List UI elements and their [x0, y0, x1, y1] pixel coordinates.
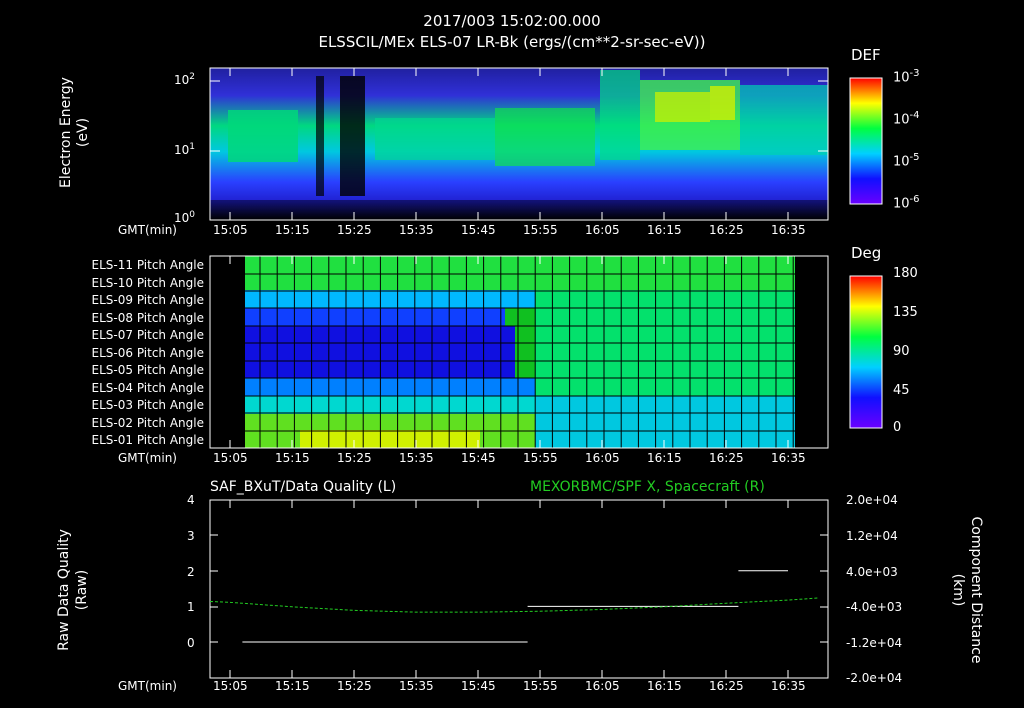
time-tick-label: 15:45 [461, 223, 496, 237]
def-colorbar-title: DEF [851, 46, 881, 64]
panel1-ytick-10: 101 [174, 142, 196, 157]
distance-yunit: (km) [950, 573, 966, 607]
time-axis-label-1: GMT(min) [118, 451, 177, 465]
quality-plot-title-left: SAF_BXuT/Data Quality (L) [210, 479, 397, 495]
time-tick-label: 15:35 [399, 223, 434, 237]
time-tick-label: 16:05 [585, 679, 620, 693]
time-tick-label: 16:15 [647, 679, 682, 693]
time-tick-label: 16:25 [709, 223, 744, 237]
quality-ytick-3: 3 [187, 529, 195, 543]
time-tick-label: 15:15 [275, 223, 310, 237]
time-axis-label-2: GMT(min) [118, 679, 177, 693]
pitch-angle-row-label: ELS-04 Pitch Angle [91, 380, 204, 395]
quality-ytick-1: 1 [187, 600, 195, 614]
data-quality-series [242, 570, 788, 643]
deg-colorbar-tick-90: 90 [893, 344, 910, 359]
pitch-angle-row-label: ELS-10 Pitch Angle [91, 275, 204, 290]
panel1-ytick-1: 100 [174, 210, 196, 225]
time-tick-label: 16:25 [709, 451, 744, 465]
deg-colorbar [850, 276, 882, 428]
time-tick-label: 15:25 [337, 451, 372, 465]
quality-ytick-4: 4 [187, 493, 195, 507]
pitch-angle-row-label: ELS-11 Pitch Angle [91, 258, 204, 272]
quality-ytick-2: 2 [187, 565, 195, 579]
def-colorbar-tick-4: 10-6 [893, 194, 920, 212]
time-tick-label: 15:55 [523, 679, 558, 693]
pitch-angle-row-label: ELS-07 Pitch Angle [91, 328, 204, 342]
spacecraft-x-series [209, 597, 820, 613]
pitch-angle-row-label: ELS-02 Pitch Angle [91, 415, 204, 430]
time-tick-label: 15:05 [213, 223, 248, 237]
time-tick-label: 15:35 [399, 679, 434, 693]
panel1-ytick-100: 102 [174, 72, 196, 87]
quality-plot-ylabel: Raw Data Quality [56, 529, 72, 651]
def-colorbar-tick-3: 10-5 [893, 152, 920, 170]
time-axis-label-0: GMT(min) [118, 223, 177, 237]
time-tick-label: 15:55 [523, 223, 558, 237]
time-tick-label: 15:45 [461, 451, 496, 465]
deg-colorbar-tick-135: 135 [893, 305, 918, 320]
deg-colorbar-tick-180: 180 [893, 266, 918, 281]
quality-plot-title-right: MEXORBMC/SPF X, Spacecraft (R) [530, 479, 765, 495]
pitch-angle-row-label: ELS-09 Pitch Angle [91, 293, 204, 307]
time-tick-label: 15:05 [213, 451, 248, 465]
time-tick-label: 16:15 [647, 223, 682, 237]
time-tick-label: 15:15 [275, 451, 310, 465]
pitch-angle-row-label: ELS-01 Pitch Angle [91, 433, 204, 447]
quality-plot-frame [209, 499, 829, 679]
quality-plot-yunit: (Raw) [74, 569, 90, 611]
time-tick-label: 15:25 [337, 223, 372, 237]
distance-ylabel: Component Distance [968, 516, 984, 664]
distance-ytick-6: -2.0e+04 [846, 671, 903, 685]
def-colorbar-tick-1: 10-3 [893, 68, 920, 86]
time-tick-label: 16:35 [771, 451, 806, 465]
pitch-angle-heatmap [245, 256, 795, 448]
time-tick-label: 15:05 [213, 679, 248, 693]
pitch-angle-row-label: ELS-08 Pitch Angle [91, 310, 204, 325]
distance-ytick-5: -1.2e+04 [846, 636, 903, 650]
distance-ytick-2: 1.2e+04 [846, 529, 898, 543]
quality-plot-yticks [210, 534, 828, 643]
time-tick-label: 16:15 [647, 451, 682, 465]
quality-ytick-0: 0 [187, 636, 195, 650]
def-colorbar [850, 78, 882, 204]
time-tick-label: 16:05 [585, 223, 620, 237]
time-tick-label: 15:25 [337, 679, 372, 693]
spectrogram-image [210, 68, 828, 220]
distance-ytick-1: 2.0e+04 [846, 493, 898, 507]
time-tick-label: 16:05 [585, 451, 620, 465]
time-tick-label: 15:15 [275, 679, 310, 693]
time-tick-label: 16:35 [771, 679, 806, 693]
pitch-angle-row-label: ELS-05 Pitch Angle [91, 363, 204, 377]
pitch-angle-row-label: ELS-03 Pitch Angle [91, 398, 204, 412]
time-tick-label: 16:25 [709, 679, 744, 693]
distance-ytick-3: 4.0e+03 [846, 565, 898, 579]
deg-colorbar-tick-45: 45 [893, 383, 910, 398]
distance-ytick-4: -4.0e+03 [846, 600, 903, 614]
time-tick-label: 15:45 [461, 679, 496, 693]
pitch-angle-row-label: ELS-06 Pitch Angle [91, 345, 204, 360]
def-colorbar-tick-2: 10-4 [893, 110, 920, 128]
deg-colorbar-tick-0: 0 [893, 420, 902, 435]
time-tick-label: 15:35 [399, 451, 434, 465]
time-tick-label: 16:35 [771, 223, 806, 237]
deg-colorbar-title: Deg [851, 244, 882, 262]
time-tick-label: 15:55 [523, 451, 558, 465]
